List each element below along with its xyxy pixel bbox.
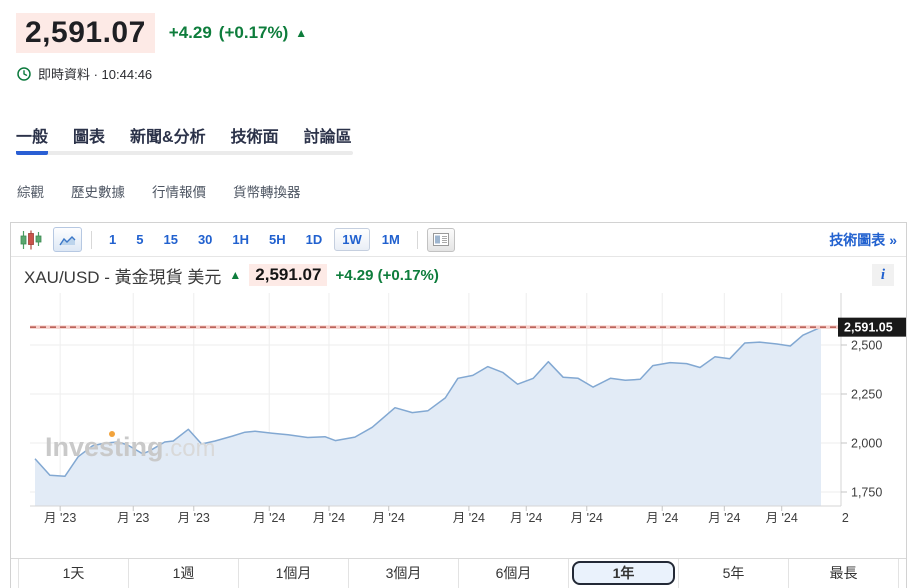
range-1y[interactable]: 1年 <box>568 559 678 588</box>
news-layout-button[interactable] <box>427 228 455 252</box>
status-text: 即時資料 · 10:44:46 <box>38 64 152 83</box>
main-tabs: 一般圖表新聞&分析技術面討論區 <box>16 128 352 155</box>
tab-technical[interactable]: 技術面 <box>231 128 279 155</box>
chart-change: +4.29 (+0.17%) <box>335 267 438 284</box>
chart-title-row: XAU/USD - 黃金現貨 美元 ▲ 2,591.07 +4.29 (+0.1… <box>11 257 906 293</box>
change-percent: (+0.17%) <box>219 23 288 43</box>
svg-text:月 '23: 月 '23 <box>44 511 76 525</box>
svg-text:月 '23: 月 '23 <box>117 511 149 525</box>
interval-1h[interactable]: 1H <box>224 228 257 251</box>
up-triangle-icon: ▲ <box>295 27 307 39</box>
svg-text:2,591.05: 2,591.05 <box>844 321 893 335</box>
svg-text:2,500: 2,500 <box>851 339 882 353</box>
investing-quote-page: { "header": { "price": "2,591.07", "chan… <box>0 0 922 587</box>
interval-1w[interactable]: 1W <box>334 228 370 251</box>
change-value: +4.29 <box>169 23 212 43</box>
tab-general[interactable]: 一般 <box>16 128 48 155</box>
range-1m-label: 1個月 <box>276 559 312 587</box>
info-icon[interactable]: i <box>872 264 894 286</box>
svg-text:月 '24: 月 '24 <box>373 511 405 525</box>
price-tag: 2,591.05 <box>838 318 906 337</box>
realtime-status: 即時資料 · 10:44:46 <box>17 64 152 83</box>
range-1y-button[interactable]: 1年 <box>572 561 675 585</box>
tab-discussions[interactable]: 討論區 <box>304 128 352 155</box>
svg-text:Investing.com: Investing.com <box>45 432 216 462</box>
range-5y-label: 5年 <box>723 559 745 587</box>
chart-toolbar: 1515301H5H1D1W1M 技術圖表 » <box>11 223 906 257</box>
interval-buttons: 1515301H5H1D1W1M <box>101 228 408 251</box>
range-6m-label: 6個月 <box>496 559 532 587</box>
svg-text:2: 2 <box>842 511 849 525</box>
watermark: Investing.com <box>45 431 216 462</box>
interval-15[interactable]: 15 <box>155 228 185 251</box>
up-arrow-icon: ▲ <box>229 268 241 282</box>
instrument-name: XAU/USD - 黃金現貨 美元 <box>24 263 221 288</box>
range-3m[interactable]: 3個月 <box>348 559 458 588</box>
range-6m[interactable]: 6個月 <box>458 559 568 588</box>
candlestick-chart-icon[interactable] <box>20 230 43 250</box>
toolbar-divider <box>91 231 92 249</box>
range-1d-label: 1天 <box>63 559 85 587</box>
current-price: 2,591.07 <box>16 13 155 53</box>
chart-widget: 1515301H5H1D1W1M 技術圖表 » XAU/USD - 黃金現貨 美… <box>10 222 907 588</box>
area-chart-button[interactable] <box>53 227 82 252</box>
range-3m-label: 3個月 <box>386 559 422 587</box>
svg-text:月 '24: 月 '24 <box>646 511 678 525</box>
svg-text:月 '24: 月 '24 <box>510 511 542 525</box>
subtab-historical-data[interactable]: 歷史數據 <box>71 181 125 201</box>
range-1w[interactable]: 1週 <box>128 559 238 588</box>
subtab-currency-converter[interactable]: 貨幣轉換器 <box>233 181 301 201</box>
subtab-quotes[interactable]: 行情報價 <box>152 181 206 201</box>
interval-1d[interactable]: 1D <box>298 228 331 251</box>
svg-text:月 '24: 月 '24 <box>453 511 485 525</box>
interval-1m[interactable]: 1M <box>374 228 408 251</box>
range-1w-label: 1週 <box>173 559 195 587</box>
sub-tabs: 綜觀 歷史數據 行情報價 貨幣轉換器 <box>17 181 301 201</box>
interval-5[interactable]: 5 <box>128 228 151 251</box>
technical-chart-link[interactable]: 技術圖表 » <box>829 230 897 250</box>
svg-text:月 '24: 月 '24 <box>571 511 603 525</box>
tab-charts[interactable]: 圖表 <box>73 128 105 155</box>
svg-text:月 '24: 月 '24 <box>253 511 285 525</box>
tab-news-analysis[interactable]: 新聞&分析 <box>130 128 206 155</box>
chart-price: 2,591.07 <box>249 264 327 286</box>
range-5y[interactable]: 5年 <box>678 559 788 588</box>
interval-1[interactable]: 1 <box>101 228 124 251</box>
toolbar-divider <box>417 231 418 249</box>
svg-text:月 '23: 月 '23 <box>178 511 210 525</box>
interval-30[interactable]: 30 <box>190 228 220 251</box>
price-change: +4.29 (+0.17%) ▲ <box>169 23 307 43</box>
price-chart-canvas[interactable]: Investing.com 月 '23 月 '23 月 '23 月 '24 月 '24 月 … <box>11 293 906 559</box>
price-chart[interactable]: Investing.com 月 '23 月 '23 月 '23 月 '24 月 '24 月 … <box>11 293 906 559</box>
svg-text:月 '24: 月 '24 <box>766 511 798 525</box>
range-buttons: 1天 1週 1個月 3個月 6個月 1年 5年 最長 <box>11 558 906 588</box>
svg-text:月 '24: 月 '24 <box>708 511 740 525</box>
range-1d[interactable]: 1天 <box>18 559 128 588</box>
svg-text:1,750: 1,750 <box>851 486 882 500</box>
price-header: 2,591.07 +4.29 (+0.17%) ▲ <box>16 13 307 53</box>
svg-text:月 '24: 月 '24 <box>313 511 345 525</box>
svg-text:2,250: 2,250 <box>851 388 882 402</box>
range-max[interactable]: 最長 <box>788 559 899 588</box>
range-max-label: 最長 <box>830 559 858 587</box>
area-chart-icon <box>59 234 76 246</box>
clock-icon <box>17 67 31 81</box>
svg-text:2,000: 2,000 <box>851 437 882 451</box>
news-layout-icon <box>433 233 449 246</box>
interval-5h[interactable]: 5H <box>261 228 294 251</box>
price-series <box>35 327 821 506</box>
subtab-overview[interactable]: 綜觀 <box>17 181 44 201</box>
range-1m[interactable]: 1個月 <box>238 559 348 588</box>
